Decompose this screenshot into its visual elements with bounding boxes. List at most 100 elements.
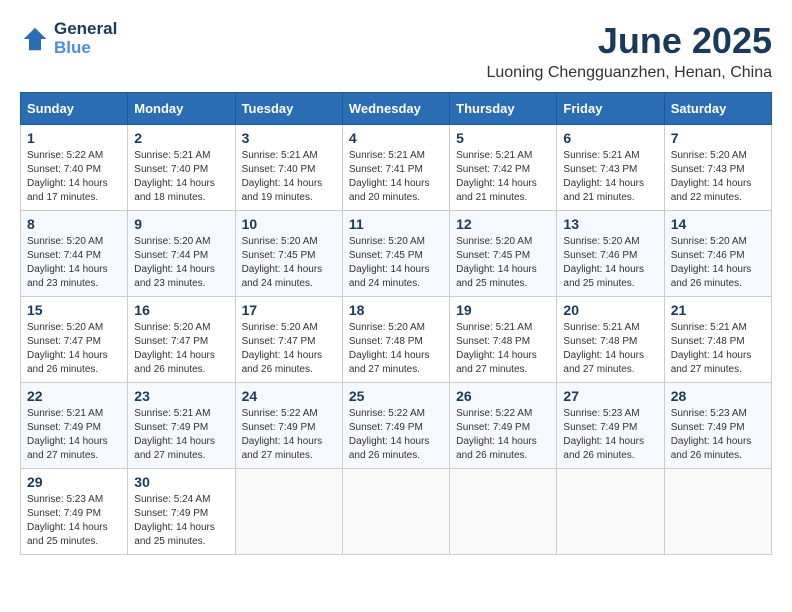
calendar-cell: 20 Sunrise: 5:21 AM Sunset: 7:48 PM Dayl…	[557, 297, 664, 383]
calendar-cell: 30 Sunrise: 5:24 AM Sunset: 7:49 PM Dayl…	[128, 469, 235, 555]
calendar-cell: 3 Sunrise: 5:21 AM Sunset: 7:40 PM Dayli…	[235, 125, 342, 211]
calendar-cell	[342, 469, 449, 555]
day-number: 1	[27, 130, 121, 146]
calendar-cell: 29 Sunrise: 5:23 AM Sunset: 7:49 PM Dayl…	[21, 469, 128, 555]
calendar-cell: 15 Sunrise: 5:20 AM Sunset: 7:47 PM Dayl…	[21, 297, 128, 383]
day-number: 27	[563, 388, 657, 404]
day-number: 9	[134, 216, 228, 232]
day-info: Sunrise: 5:20 AM Sunset: 7:47 PM Dayligh…	[27, 321, 121, 377]
calendar-cell: 24 Sunrise: 5:22 AM Sunset: 7:49 PM Dayl…	[235, 383, 342, 469]
day-number: 16	[134, 302, 228, 318]
day-number: 5	[456, 130, 550, 146]
calendar-week-row: 29 Sunrise: 5:23 AM Sunset: 7:49 PM Dayl…	[21, 469, 772, 555]
day-info: Sunrise: 5:22 AM Sunset: 7:49 PM Dayligh…	[456, 407, 550, 463]
calendar-table: SundayMondayTuesdayWednesdayThursdayFrid…	[20, 92, 772, 555]
day-number: 25	[349, 388, 443, 404]
day-number: 11	[349, 216, 443, 232]
day-number: 21	[671, 302, 765, 318]
day-number: 4	[349, 130, 443, 146]
weekday-header: Sunday	[21, 93, 128, 125]
day-number: 6	[563, 130, 657, 146]
day-info: Sunrise: 5:22 AM Sunset: 7:49 PM Dayligh…	[349, 407, 443, 463]
day-number: 8	[27, 216, 121, 232]
day-info: Sunrise: 5:20 AM Sunset: 7:46 PM Dayligh…	[563, 235, 657, 291]
weekday-header: Wednesday	[342, 93, 449, 125]
calendar-cell: 7 Sunrise: 5:20 AM Sunset: 7:43 PM Dayli…	[664, 125, 771, 211]
calendar-cell: 5 Sunrise: 5:21 AM Sunset: 7:42 PM Dayli…	[450, 125, 557, 211]
day-number: 7	[671, 130, 765, 146]
day-info: Sunrise: 5:22 AM Sunset: 7:49 PM Dayligh…	[242, 407, 336, 463]
day-info: Sunrise: 5:21 AM Sunset: 7:41 PM Dayligh…	[349, 149, 443, 205]
calendar-cell: 28 Sunrise: 5:23 AM Sunset: 7:49 PM Dayl…	[664, 383, 771, 469]
day-number: 13	[563, 216, 657, 232]
calendar-cell	[664, 469, 771, 555]
calendar-cell: 17 Sunrise: 5:20 AM Sunset: 7:47 PM Dayl…	[235, 297, 342, 383]
day-info: Sunrise: 5:20 AM Sunset: 7:43 PM Dayligh…	[671, 149, 765, 205]
calendar-cell: 26 Sunrise: 5:22 AM Sunset: 7:49 PM Dayl…	[450, 383, 557, 469]
day-number: 22	[27, 388, 121, 404]
page-header: General Blue June 2025 Luoning Chengguan…	[20, 20, 772, 82]
day-number: 20	[563, 302, 657, 318]
logo: General Blue	[20, 20, 117, 57]
logo-icon	[20, 24, 50, 54]
calendar-cell: 8 Sunrise: 5:20 AM Sunset: 7:44 PM Dayli…	[21, 211, 128, 297]
day-info: Sunrise: 5:20 AM Sunset: 7:44 PM Dayligh…	[27, 235, 121, 291]
calendar-cell: 27 Sunrise: 5:23 AM Sunset: 7:49 PM Dayl…	[557, 383, 664, 469]
day-number: 12	[456, 216, 550, 232]
day-info: Sunrise: 5:22 AM Sunset: 7:40 PM Dayligh…	[27, 149, 121, 205]
day-number: 17	[242, 302, 336, 318]
calendar-cell: 2 Sunrise: 5:21 AM Sunset: 7:40 PM Dayli…	[128, 125, 235, 211]
calendar-cell: 23 Sunrise: 5:21 AM Sunset: 7:49 PM Dayl…	[128, 383, 235, 469]
day-number: 24	[242, 388, 336, 404]
day-info: Sunrise: 5:21 AM Sunset: 7:48 PM Dayligh…	[671, 321, 765, 377]
title-block: June 2025 Luoning Chengguanzhen, Henan, …	[486, 20, 772, 82]
day-info: Sunrise: 5:21 AM Sunset: 7:42 PM Dayligh…	[456, 149, 550, 205]
calendar-cell: 10 Sunrise: 5:20 AM Sunset: 7:45 PM Dayl…	[235, 211, 342, 297]
calendar-cell: 12 Sunrise: 5:20 AM Sunset: 7:45 PM Dayl…	[450, 211, 557, 297]
calendar-cell: 25 Sunrise: 5:22 AM Sunset: 7:49 PM Dayl…	[342, 383, 449, 469]
calendar-cell	[235, 469, 342, 555]
calendar-week-row: 8 Sunrise: 5:20 AM Sunset: 7:44 PM Dayli…	[21, 211, 772, 297]
day-number: 19	[456, 302, 550, 318]
day-info: Sunrise: 5:21 AM Sunset: 7:48 PM Dayligh…	[563, 321, 657, 377]
calendar-cell: 4 Sunrise: 5:21 AM Sunset: 7:41 PM Dayli…	[342, 125, 449, 211]
day-info: Sunrise: 5:21 AM Sunset: 7:43 PM Dayligh…	[563, 149, 657, 205]
day-number: 23	[134, 388, 228, 404]
calendar-week-row: 1 Sunrise: 5:22 AM Sunset: 7:40 PM Dayli…	[21, 125, 772, 211]
month-title: June 2025	[486, 20, 772, 62]
location-title: Luoning Chengguanzhen, Henan, China	[486, 64, 772, 82]
calendar-cell	[450, 469, 557, 555]
weekday-header: Saturday	[664, 93, 771, 125]
day-info: Sunrise: 5:23 AM Sunset: 7:49 PM Dayligh…	[671, 407, 765, 463]
calendar-cell: 9 Sunrise: 5:20 AM Sunset: 7:44 PM Dayli…	[128, 211, 235, 297]
day-number: 10	[242, 216, 336, 232]
day-info: Sunrise: 5:21 AM Sunset: 7:49 PM Dayligh…	[27, 407, 121, 463]
weekday-header: Monday	[128, 93, 235, 125]
calendar-cell: 18 Sunrise: 5:20 AM Sunset: 7:48 PM Dayl…	[342, 297, 449, 383]
calendar-cell: 11 Sunrise: 5:20 AM Sunset: 7:45 PM Dayl…	[342, 211, 449, 297]
day-info: Sunrise: 5:21 AM Sunset: 7:49 PM Dayligh…	[134, 407, 228, 463]
day-info: Sunrise: 5:20 AM Sunset: 7:46 PM Dayligh…	[671, 235, 765, 291]
day-info: Sunrise: 5:21 AM Sunset: 7:40 PM Dayligh…	[134, 149, 228, 205]
day-number: 15	[27, 302, 121, 318]
logo-text: General Blue	[54, 20, 117, 57]
day-info: Sunrise: 5:20 AM Sunset: 7:48 PM Dayligh…	[349, 321, 443, 377]
calendar-header-row: SundayMondayTuesdayWednesdayThursdayFrid…	[21, 93, 772, 125]
day-info: Sunrise: 5:23 AM Sunset: 7:49 PM Dayligh…	[563, 407, 657, 463]
day-info: Sunrise: 5:20 AM Sunset: 7:47 PM Dayligh…	[134, 321, 228, 377]
day-info: Sunrise: 5:24 AM Sunset: 7:49 PM Dayligh…	[134, 493, 228, 549]
calendar-week-row: 22 Sunrise: 5:21 AM Sunset: 7:49 PM Dayl…	[21, 383, 772, 469]
day-number: 18	[349, 302, 443, 318]
day-info: Sunrise: 5:20 AM Sunset: 7:45 PM Dayligh…	[349, 235, 443, 291]
weekday-header: Thursday	[450, 93, 557, 125]
day-info: Sunrise: 5:23 AM Sunset: 7:49 PM Dayligh…	[27, 493, 121, 549]
calendar-cell	[557, 469, 664, 555]
weekday-header: Tuesday	[235, 93, 342, 125]
day-number: 29	[27, 474, 121, 490]
day-info: Sunrise: 5:20 AM Sunset: 7:45 PM Dayligh…	[456, 235, 550, 291]
day-number: 26	[456, 388, 550, 404]
calendar-cell: 21 Sunrise: 5:21 AM Sunset: 7:48 PM Dayl…	[664, 297, 771, 383]
calendar-cell: 22 Sunrise: 5:21 AM Sunset: 7:49 PM Dayl…	[21, 383, 128, 469]
calendar-cell: 16 Sunrise: 5:20 AM Sunset: 7:47 PM Dayl…	[128, 297, 235, 383]
day-number: 28	[671, 388, 765, 404]
